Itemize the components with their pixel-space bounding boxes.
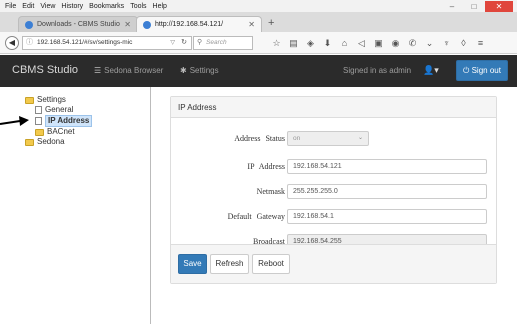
- tab-device[interactable]: http://192.168.54.121/ ✕: [136, 16, 262, 32]
- sign-out-label: Sign out: [471, 66, 501, 75]
- document-icon: [35, 106, 42, 114]
- refresh-button[interactable]: Refresh: [210, 254, 249, 274]
- app-navbar: CBMS Studio ☰ Sedona Browser ✱ Settings Si…: [0, 55, 517, 87]
- netmask-row: Netmask 255.255.255.0: [171, 184, 498, 199]
- search-placeholder: Search: [206, 39, 227, 46]
- panel-footer: Save Refresh Reboot: [171, 244, 496, 283]
- menu-bar: File Edit View History Bookmarks Tools H…: [0, 0, 517, 12]
- signed-in-text: Signed in as admin: [343, 66, 412, 75]
- netmask-label: Netmask: [256, 187, 285, 196]
- maximize-button[interactable]: □: [463, 1, 485, 12]
- default-gateway-row: Default Gateway 192.168.54.1: [171, 209, 498, 224]
- ip-address-input[interactable]: 192.168.54.121: [287, 159, 487, 174]
- user-menu-icon[interactable]: 👤▾: [423, 65, 439, 76]
- overflow-icon[interactable]: ⌄: [421, 36, 438, 50]
- dropdown-icon[interactable]: ▽: [170, 37, 175, 49]
- close-tab-icon[interactable]: ✕: [248, 20, 255, 29]
- address-status-label: Address Status: [234, 134, 285, 143]
- tab-downloads[interactable]: Downloads - CBMS Studio ✕: [18, 16, 138, 32]
- tree-label: General: [45, 105, 74, 114]
- menu-help[interactable]: Help: [153, 3, 167, 10]
- url-text: 192.168.54.121/#/sv/settings-mic: [37, 39, 133, 46]
- chevron-down-icon: ⌄: [357, 135, 363, 141]
- navigation-bar: ◀ ⓘ 192.168.54.121/#/sv/settings-mic ▽ ↻…: [0, 32, 517, 54]
- default-gateway-label: Default Gateway: [227, 212, 285, 221]
- menu-file[interactable]: File: [5, 3, 16, 10]
- new-tab-button[interactable]: +: [268, 17, 274, 29]
- ip-address-panel: IP Address Address Status on ⌄ IP Addres…: [170, 96, 497, 284]
- toolbar-icons: ☆ ▤ ◈ ⬇ ⌂ ◁ ▣ ◉ ✆ ⌄ ♆ ◊ ≡: [268, 36, 489, 50]
- address-status-row: Address Status on ⌄: [171, 131, 498, 146]
- reboot-button[interactable]: Reboot: [252, 254, 290, 274]
- home-icon[interactable]: ⌂: [336, 36, 353, 50]
- bookmark-star-icon[interactable]: ☆: [268, 36, 285, 50]
- main-content: IP Address Address Status on ⌄ IP Addres…: [151, 87, 517, 324]
- reading-list-icon[interactable]: ▤: [285, 36, 302, 50]
- menu-view[interactable]: View: [40, 3, 55, 10]
- back-button[interactable]: ◀: [5, 36, 19, 50]
- close-window-button[interactable]: ✕: [485, 1, 513, 12]
- reload-icon[interactable]: ↻: [181, 37, 187, 49]
- ip-address-row: IP Address 192.168.54.121: [171, 159, 498, 174]
- tree-label: Sedona: [37, 137, 65, 146]
- tree-node-sedona[interactable]: Sedona: [25, 137, 92, 147]
- nav-settings[interactable]: ✱ Settings: [180, 66, 219, 75]
- address-status-select[interactable]: on ⌄: [287, 131, 369, 146]
- firefox-icon: [25, 20, 33, 29]
- settings-tree: Settings General IP Address BACnet Sedon…: [25, 95, 93, 147]
- close-tab-icon[interactable]: ✕: [124, 20, 131, 29]
- window-controls: – □ ✕: [441, 1, 513, 12]
- pointer-arrow-icon: [0, 116, 29, 126]
- screenshot-icon[interactable]: ▣: [370, 36, 387, 50]
- tree-node-settings[interactable]: Settings: [25, 95, 92, 105]
- sign-out-button[interactable]: ⏻ Sign out: [456, 60, 508, 81]
- extension-icon[interactable]: ✆: [404, 36, 421, 50]
- shield-icon[interactable]: ◊: [455, 36, 472, 50]
- tree-label: BACnet: [47, 127, 75, 136]
- tree-node-bacnet[interactable]: BACnet: [25, 127, 92, 137]
- tab-bar: Downloads - CBMS Studio ✕ http://192.168…: [0, 12, 517, 32]
- brand-title[interactable]: CBMS Studio: [12, 64, 78, 76]
- menu-edit[interactable]: Edit: [22, 3, 34, 10]
- document-icon: [35, 117, 42, 125]
- list-icon: ☰: [94, 66, 102, 75]
- chat-icon[interactable]: ◉: [387, 36, 404, 50]
- download-icon[interactable]: ⬇: [319, 36, 336, 50]
- tab-label: Downloads - CBMS Studio: [37, 21, 120, 28]
- send-icon[interactable]: ◁: [353, 36, 370, 50]
- tree-node-general[interactable]: General: [25, 105, 92, 115]
- folder-icon: [25, 96, 34, 104]
- netmask-input[interactable]: 255.255.255.0: [287, 184, 487, 199]
- nav-settings-label: Settings: [189, 66, 219, 75]
- address-status-value: on: [293, 135, 301, 142]
- menu-tools[interactable]: Tools: [130, 3, 146, 10]
- tree-node-ip-address[interactable]: IP Address: [25, 115, 93, 127]
- pocket-icon[interactable]: ◈: [302, 36, 319, 50]
- tree-label: Settings: [37, 95, 66, 104]
- power-icon: ⏻: [463, 66, 470, 75]
- folder-icon: [35, 128, 44, 136]
- save-button[interactable]: Save: [178, 254, 207, 274]
- info-icon: ⓘ: [26, 39, 33, 46]
- firefox-icon: [143, 20, 151, 29]
- folder-icon: [25, 138, 34, 146]
- gear-icon: ✱: [180, 66, 187, 75]
- addon-icon[interactable]: ♆: [438, 36, 455, 50]
- nav-sedona-browser[interactable]: ☰ Sedona Browser: [94, 66, 163, 75]
- tab-label: http://192.168.54.121/: [155, 21, 224, 28]
- default-gateway-input[interactable]: 192.168.54.1: [287, 209, 487, 224]
- panel-heading: IP Address: [171, 97, 496, 118]
- hamburger-menu-icon[interactable]: ≡: [472, 36, 489, 50]
- url-bar[interactable]: ⓘ 192.168.54.121/#/sv/settings-mic ▽ ↻: [22, 36, 192, 50]
- tree-label-selected: IP Address: [45, 115, 93, 127]
- nav-sedona-label: Sedona Browser: [104, 66, 164, 75]
- minimize-button[interactable]: –: [441, 1, 463, 12]
- search-input[interactable]: ⚲ Search: [193, 36, 253, 50]
- menu-bookmarks[interactable]: Bookmarks: [89, 3, 124, 10]
- ip-address-label: IP Address: [247, 162, 285, 171]
- menu-history[interactable]: History: [61, 3, 83, 10]
- search-icon: ⚲: [197, 39, 203, 46]
